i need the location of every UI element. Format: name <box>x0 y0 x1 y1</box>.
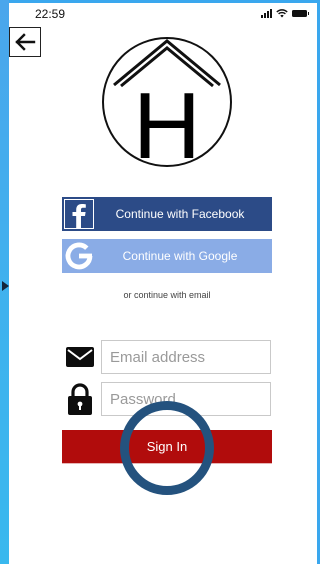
password-input[interactable] <box>101 382 271 416</box>
sign-in-label: Sign In <box>146 439 188 454</box>
status-icons <box>261 8 309 18</box>
left-arrow-icon <box>15 33 36 51</box>
status-time: 22:59 <box>35 7 66 21</box>
facebook-icon <box>64 199 94 229</box>
sign-in-underline <box>62 463 272 464</box>
continue-with-google-button[interactable]: Continue with Google <box>62 239 272 273</box>
app-logo: H <box>102 37 232 168</box>
envelope-icon <box>64 343 96 371</box>
google-icon <box>64 241 94 271</box>
back-button[interactable] <box>9 27 41 57</box>
or-continue-with-email-text: or continue with email <box>123 290 211 300</box>
sign-in-button[interactable]: Sign In <box>62 430 272 463</box>
facebook-button-label: Continue with Facebook <box>115 207 245 221</box>
password-row <box>62 382 272 416</box>
signal-icon <box>261 8 272 18</box>
edge-indicator-arrow-icon <box>2 281 9 291</box>
email-row <box>62 340 272 374</box>
continue-with-facebook-button[interactable]: Continue with Facebook <box>62 197 272 231</box>
battery-icon <box>292 9 309 17</box>
email-input[interactable] <box>101 340 271 374</box>
google-button-label: Continue with Google <box>122 249 238 263</box>
logo-letter: H <box>133 73 201 168</box>
status-bar: 22:59 <box>9 3 317 25</box>
wifi-icon <box>276 9 288 18</box>
lock-icon <box>64 383 96 415</box>
